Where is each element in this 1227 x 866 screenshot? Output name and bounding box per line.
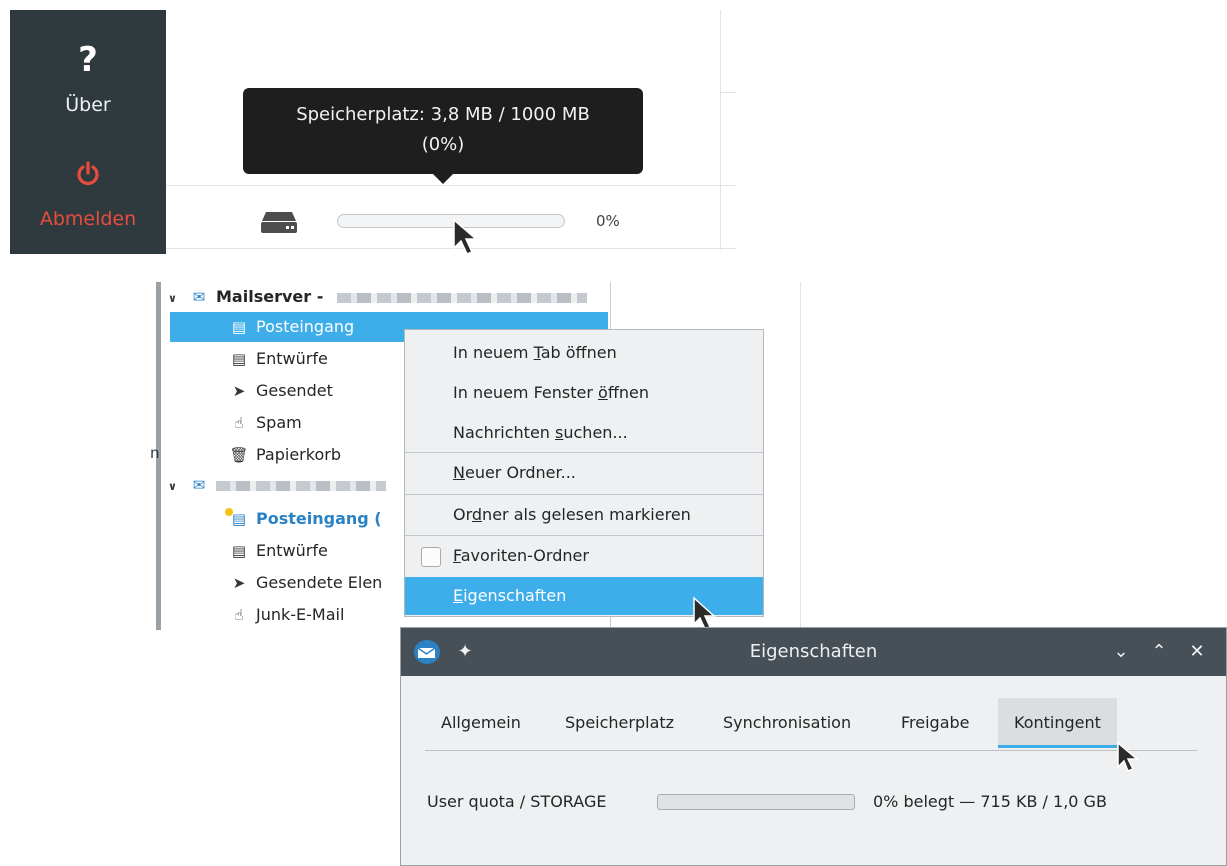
storage-progress-bar (337, 214, 565, 228)
power-icon[interactable] (10, 160, 166, 192)
divider (720, 10, 721, 250)
tab-speicherplatz[interactable]: Speicherplatz (549, 698, 690, 748)
dialog-title: Eigenschaften (749, 641, 878, 662)
tree-account-mailserver[interactable]: ∨ ✉ Mailserver - (168, 282, 608, 312)
inbox-icon: ▤ (231, 318, 247, 336)
maximize-button[interactable]: ⌃ (1145, 638, 1173, 666)
mouse-cursor-icon (453, 218, 479, 255)
tab-synchronisation[interactable]: Synchronisation (707, 698, 867, 748)
folder-label: Spam (256, 413, 302, 432)
tooltip-line-2: (0%) (421, 134, 465, 155)
drafts-icon: ▤ (231, 350, 247, 368)
app-sidebar: ? Über Abmelden (10, 10, 166, 254)
tab-freigabe[interactable]: Freigabe (885, 698, 986, 748)
logout-label[interactable]: Abmelden (10, 208, 166, 230)
menu-search-messages[interactable]: Nachrichten suchen... (405, 414, 763, 452)
folder-label: Gesendete Elen (256, 573, 383, 592)
trash-icon: 🗑 (229, 446, 249, 464)
folder-label: Posteingang ( (256, 509, 382, 528)
tree-folder-entwuerfe[interactable]: ▤ Entwürfe (228, 344, 328, 374)
menu-favorite-folder[interactable]: Favoriten-Ordner (405, 537, 763, 575)
favorite-checkbox[interactable] (421, 547, 441, 567)
folder-label: Junk-E-Mail (256, 605, 345, 624)
tree-folder-posteingang-unread[interactable]: ▤ Posteingang ( (225, 504, 382, 534)
clipped-char: n (150, 444, 160, 462)
close-button[interactable]: ✕ (1183, 638, 1211, 666)
sent-icon: ➤ (232, 574, 246, 592)
tree-folder-gesendete-elemente[interactable]: ➤ Gesendete Elen (228, 568, 383, 598)
menu-separator (405, 452, 763, 453)
menu-open-in-new-window[interactable]: In neuem Fenster öffnen (405, 374, 763, 412)
account-name: Mailserver - (216, 287, 324, 306)
storage-percent: 0% (596, 212, 620, 230)
storage-tooltip: Speicherplatz: 3,8 MB / 1000 MB (0%) (243, 88, 643, 174)
quota-usage-text: 0% belegt — 715 KB / 1,0 GB (873, 792, 1107, 811)
folder-label: Posteingang (256, 317, 355, 336)
tooltip-line-1: Speicherplatz: 3,8 MB / 1000 MB (296, 104, 590, 125)
chevron-down-icon[interactable]: ∨ (168, 472, 182, 502)
tree-folder-gesendet[interactable]: ➤ Gesendet (228, 376, 333, 406)
new-mail-dot (225, 508, 233, 516)
dialog-titlebar[interactable]: ✦ Eigenschaften ⌄ ⌃ ✕ (401, 628, 1226, 676)
menu-new-folder[interactable]: Neuer Ordner... (405, 454, 763, 492)
chevron-down-icon[interactable]: ∨ (168, 284, 182, 314)
mail-account-icon: ✉ (192, 476, 206, 494)
tab-allgemein[interactable]: Allgemein (425, 698, 537, 748)
about-label[interactable]: Über (10, 94, 166, 116)
folder-label: Gesendet (256, 381, 333, 400)
quota-label: User quota / STORAGE (427, 792, 607, 811)
tree-folder-spam[interactable]: ☝ Spam (228, 408, 302, 438)
divider (166, 185, 736, 186)
quota-progress-bar (657, 794, 855, 810)
hard-drive-icon (260, 210, 298, 238)
tree-folder-entwuerfe-2[interactable]: ▤ Entwürfe (228, 536, 328, 566)
folder-context-menu: In neuem Tab öffnen In neuem Fenster öff… (404, 329, 764, 617)
blurred-address (336, 292, 587, 303)
tab-kontingent[interactable]: Kontingent (998, 698, 1117, 748)
menu-open-in-new-tab[interactable]: In neuem Tab öffnen (405, 334, 763, 372)
spam-icon: ☝ (234, 414, 244, 432)
sent-icon: ➤ (232, 382, 246, 400)
about-icon[interactable]: ? (10, 40, 166, 80)
minimize-button[interactable]: ⌄ (1107, 638, 1135, 666)
dialog-tabbar: Allgemein Speicherplatz Synchronisation … (425, 698, 1197, 751)
divider (720, 92, 736, 93)
tree-folder-junk[interactable]: ☝ Junk-E-Mail (228, 600, 344, 630)
divider (166, 248, 736, 249)
folder-label: Entwürfe (256, 541, 328, 560)
properties-dialog: ✦ Eigenschaften ⌄ ⌃ ✕ Allgemein Speicher… (400, 627, 1227, 866)
spam-icon: ☝ (234, 606, 244, 624)
menu-separator (405, 535, 763, 536)
menu-mark-folder-read[interactable]: Ordner als gelesen markieren (405, 496, 763, 534)
folder-label: Papierkorb (256, 445, 341, 464)
divider (800, 282, 801, 628)
tree-folder-papierkorb[interactable]: 🗑 Papierkorb (228, 440, 341, 470)
drafts-icon: ▤ (231, 542, 247, 560)
mouse-cursor-icon (1117, 741, 1140, 772)
menu-separator (405, 494, 763, 495)
tooltip-arrow (433, 174, 453, 184)
mail-account-icon: ✉ (192, 288, 206, 306)
folder-label: Entwürfe (256, 349, 328, 368)
blurred-address (216, 480, 386, 491)
inbox-new-mail-icon: ▤ (225, 504, 250, 534)
